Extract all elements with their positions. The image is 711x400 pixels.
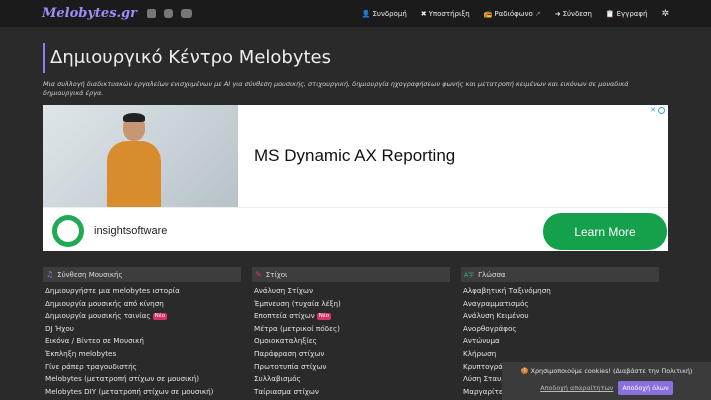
list-item[interactable]: Κλήρωση [461, 348, 659, 361]
nav-register[interactable]: 📋 Εγγραφή [606, 10, 648, 18]
ad-person-illustration [101, 113, 165, 207]
list-item[interactable]: Melobytes (μετατροπή στίχων σε μουσική) [43, 373, 241, 386]
category-lyrics: ✎ Στίχοι Ανάλυση Στίχων Έμπνευση (τυχαία … [252, 267, 450, 398]
category-header: ♫ Σύνθεση Μουσικής [43, 267, 241, 282]
youtube-icon[interactable] [180, 9, 192, 18]
support-icon: ✖ [420, 9, 427, 18]
list-item[interactable]: Ανάλυση Κειμένου [461, 310, 659, 323]
site-logo[interactable]: Melobytes.gr [42, 6, 137, 21]
list-item[interactable]: Πρωτοτυπία στίχων [252, 361, 450, 374]
list-item[interactable]: Γίνε ράπερ τραγουδιστής [43, 361, 241, 374]
new-badge: Νέο [152, 312, 168, 320]
list-item[interactable]: Έμπνευση (τυχαία λέξη) [252, 298, 450, 311]
hero-section: Δημιουργικό Κέντρο Melobytes Μια συλλογή… [0, 27, 711, 98]
list-item[interactable]: Εποπτεία στίχων Νέο [252, 310, 450, 323]
radio-icon: 📻 [483, 9, 493, 18]
user-icon: 👤 [361, 9, 371, 18]
accept-necessary-button[interactable]: Αποδοχή απαραίτητων [540, 384, 613, 392]
list-item[interactable]: Ανάλυση Στίχων [252, 285, 450, 298]
list-item[interactable]: Αλφαβητική Ταξινόμηση [461, 285, 659, 298]
cookie-actions: Αποδοχή απαραίτητων Αποδοχή όλων [502, 381, 711, 395]
facebook-icon[interactable] [146, 9, 156, 18]
ad-person-shirt [107, 141, 161, 207]
list-item[interactable]: Παράφραση στίχων [252, 348, 450, 361]
list-item[interactable]: Melobytes DIY (μετατροπή στίχων σε μουσι… [43, 386, 241, 399]
page-subtitle: Μια συλλογή διαδικτυακών εργαλείων ενισχ… [43, 80, 629, 97]
list-item[interactable]: DJ Ήχου [43, 323, 241, 336]
cookie-message[interactable]: 🍪 Χρησιμοποιούμε cookies! (Διαβάστε την … [502, 367, 711, 375]
list-item[interactable]: Ανορθογράφος [461, 323, 659, 336]
ad-photo [43, 105, 238, 207]
instagram-icon[interactable] [163, 9, 173, 18]
ad-close-icon[interactable]: ✕ [650, 106, 656, 114]
insightsoftware-logo-icon [52, 215, 84, 247]
pencil-icon: ✎ [255, 270, 262, 279]
top-navbar: Melobytes.gr 👤 Συνδρομή ✖ Υποστήριξη 📻 Ραδι… [0, 0, 711, 27]
list-item[interactable]: Εικόνα / Βίντεο σε Μουσική [43, 335, 241, 348]
list-item[interactable]: Έκπληξη melobytes [43, 348, 241, 361]
ad-footer: insightsoftware Learn More [43, 207, 668, 251]
social-links [146, 9, 192, 18]
music-note-icon: ♫ [46, 270, 54, 279]
ad-learn-more-button[interactable]: Learn More [543, 213, 667, 250]
nav-menu: 👤 Συνδρομή ✖ Υποστήριξη 📻 Ραδιόφωνο ↗ ➜ Σύνδε… [362, 9, 669, 19]
language-icon: A字 [464, 272, 475, 279]
list-item[interactable]: Αντώνυμα [461, 335, 659, 348]
nav-radio[interactable]: 📻 Ραδιόφωνο ↗ [484, 10, 541, 18]
external-link-icon: ↗ [534, 9, 541, 18]
list-item[interactable]: Δημιουργήστε μια melobytes ιστορία [43, 285, 241, 298]
theme-toggle-icon[interactable]: ✲ [661, 9, 669, 19]
category-header: A字 Γλώσσα [461, 267, 659, 282]
ad-headline[interactable]: MS Dynamic AX Reporting [254, 146, 455, 166]
new-badge: Νέο [316, 312, 332, 320]
list-item[interactable]: Δημιουργία μουσικής ταινίας Νέο [43, 310, 241, 323]
login-icon: ➜ [554, 9, 561, 18]
list-item[interactable]: Ομοιοκαταληξίες [252, 335, 450, 348]
category-header: ✎ Στίχοι [252, 267, 450, 282]
nav-login[interactable]: ➜ Σύνδεση [555, 10, 592, 18]
list-item[interactable]: Συλλαβισμός [252, 373, 450, 386]
ad-brand-name: insightsoftware [94, 225, 168, 237]
nav-subscription[interactable]: 👤 Συνδρομή [362, 10, 407, 18]
accept-all-button[interactable]: Αποδοχή όλων [618, 381, 673, 395]
list-item[interactable]: Μέτρα (μετρικοί πόδες) [252, 323, 450, 336]
nav-support[interactable]: ✖ Υποστήριξη [421, 10, 470, 18]
page-title: Δημιουργικό Κέντρο Melobytes [43, 43, 668, 73]
list-item[interactable]: Αναγραμματισμός [461, 298, 659, 311]
adchoices-icon[interactable] [658, 107, 665, 114]
advertisement-banner[interactable]: ✕ MS Dynamic AX Reporting insightsoftwar… [43, 105, 668, 251]
list-item[interactable]: Ταίριασμα στίχων [252, 386, 450, 399]
cookie-consent-banner: 🍪 Χρησιμοποιούμε cookies! (Διαβάστε την … [502, 362, 711, 400]
category-music: ♫ Σύνθεση Μουσικής Δημιουργήστε μια melob… [43, 267, 241, 398]
register-icon: 📋 [605, 9, 615, 18]
ad-person-hair [123, 113, 145, 122]
list-item[interactable]: Δημιουργία μουσικής από κίνηση [43, 298, 241, 311]
